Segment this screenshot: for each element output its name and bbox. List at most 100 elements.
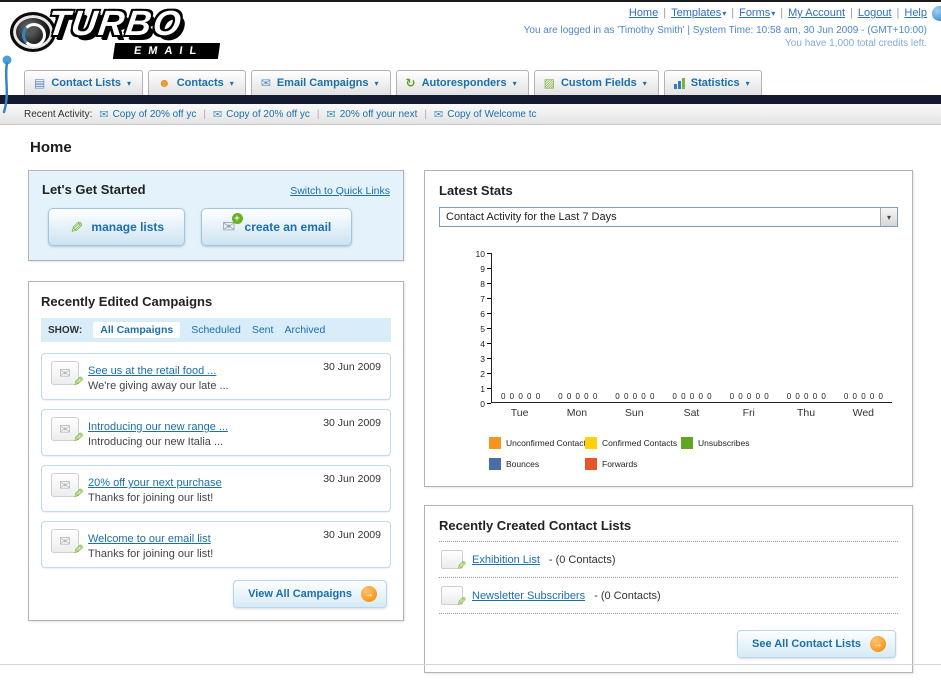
tab-label: Autoresponders [421, 77, 507, 89]
credits-text: You have 1,000 total credits left. [785, 38, 927, 49]
nav-link-templates[interactable]: Templates [671, 7, 721, 19]
campaign-link[interactable]: See us at the retail food ... [88, 365, 216, 377]
y-tick-label: 8 [480, 279, 491, 289]
custom-fields-icon: ▨ [543, 76, 555, 90]
legend-label: Bounces [506, 459, 540, 469]
list-pencil-icon: ✎ [441, 550, 468, 570]
separator [726, 7, 739, 19]
chart-value-labels: 0 0 0 0 0 [786, 392, 826, 401]
campaign-row: ✉ ✎ 20% off your next purchase Thanks for… [41, 465, 391, 512]
recently-created-contact-lists-panel: Recently Created Contact Lists ✎ Exhibit… [424, 505, 913, 673]
chart-plot-area: 0 0 0 0 0 0 0 0 0 0 0 0 0 0 0 0 0 0 0 0 0 0 … [491, 253, 892, 403]
switch-to-quick-links[interactable]: Switch to Quick Links [290, 185, 390, 197]
legend-item: Bounces [489, 458, 585, 470]
campaign-date: 30 Jun 2009 [323, 529, 381, 541]
tab-contact-lists[interactable]: ▤ Contact Lists ▾ [24, 70, 144, 95]
see-all-contact-lists-label: See All Contact Lists [751, 638, 861, 650]
pencil-icon: ✎ [70, 543, 86, 555]
tab-contacts[interactable]: ☻ Contacts ▾ [148, 70, 246, 95]
main-content: Home Let's Get Started Switch to Quick L… [0, 125, 941, 673]
legend-swatch [585, 458, 597, 470]
y-tick-label: 1 [480, 384, 491, 394]
filter-archived[interactable]: Archived [284, 324, 325, 336]
chart-value-labels: 0 0 0 0 0 [729, 392, 769, 401]
show-label: SHOW: [48, 324, 83, 336]
tab-label: Custom Fields [560, 77, 637, 89]
statistics-icon [673, 77, 685, 89]
legend-item: Unconfirmed Contacts [489, 437, 590, 449]
header: TURBO EMAIL Home Templates ▾ Forms ▾ My Accou… [0, 2, 941, 114]
filter-scheduled[interactable]: Scheduled [191, 324, 241, 336]
campaign-row: ✉ ✎ Welcome to our email list Thanks for … [41, 521, 391, 568]
pencil-icon: ✎ [70, 431, 86, 443]
recent-activity-item[interactable]: ✉ Copy of Welcome tc [434, 108, 537, 121]
logo-text-primary: TURBO [45, 4, 186, 43]
chevron-down-icon: ▾ [880, 208, 897, 226]
contact-list-link[interactable]: Newsletter Subscribers [472, 590, 585, 602]
chart-value-labels: 0 0 0 0 0 [615, 392, 655, 401]
separator [892, 7, 905, 19]
nav-link-forms[interactable]: Forms [739, 7, 770, 19]
campaign-date: 30 Jun 2009 [323, 417, 381, 429]
y-tick-label: 0 [480, 399, 491, 409]
campaign-link[interactable]: Welcome to our email list [88, 533, 211, 545]
blue-dot-decoration [932, 6, 941, 21]
tab-label: Contacts [176, 77, 224, 89]
create-email-button[interactable]: ✉ + create an email [201, 208, 353, 246]
nav-link-help[interactable]: Help [904, 7, 927, 19]
page-title: Home [30, 139, 72, 156]
nav-divider-bar [0, 95, 941, 104]
tab-email-campaigns[interactable]: ✉ Email Campaigns ▾ [250, 70, 391, 95]
legend-swatch [489, 458, 501, 470]
tab-label: Contact Lists [51, 77, 122, 89]
filter-sent[interactable]: Sent [252, 324, 274, 336]
view-all-campaigns-button[interactable]: View All Campaigns → [233, 580, 387, 608]
activity-item-label: Copy of 20% off yc [226, 108, 310, 120]
campaign-subtitle: We're giving away our late ... [88, 380, 229, 392]
chart-value-labels: 0 0 0 0 0 [501, 392, 541, 401]
stats-period-select[interactable]: Contact Activity for the Last 7 Days ▾ [439, 207, 898, 227]
recent-activity-item[interactable]: ✉ 20% off your next [327, 108, 418, 121]
nav-link-my-account[interactable]: My Account [788, 7, 845, 19]
campaigns-filter-bar: SHOW: All Campaigns Scheduled Sent Archi… [41, 318, 391, 342]
see-all-contact-lists-button[interactable]: See All Contact Lists → [736, 630, 896, 658]
contact-list-link[interactable]: Exhibition List [472, 554, 540, 566]
get-started-panel: Let's Get Started Switch to Quick Links … [28, 170, 404, 261]
chart-value-labels: 0 0 0 0 0 [672, 392, 712, 401]
separator [658, 7, 671, 19]
y-tick-label: 10 [476, 249, 491, 259]
contact-list-detail: - (0 Contacts) [548, 553, 616, 566]
stats-panel-title: Latest Stats [439, 183, 513, 198]
create-email-label: create an email [244, 220, 332, 234]
footer-divider [0, 664, 941, 665]
separator [317, 109, 320, 120]
view-all-campaigns-label: View All Campaigns [248, 588, 352, 600]
contact-list-row: ✎ Exhibition List - (0 Contacts) [439, 542, 898, 578]
logo-text-secondary: EMAIL [112, 43, 221, 59]
tab-statistics[interactable]: Statistics ▾ [663, 70, 762, 95]
campaign-subtitle: Thanks for joining our list! [88, 548, 214, 560]
campaign-link[interactable]: 20% off your next purchase [88, 477, 222, 489]
y-tick-label: 5 [480, 324, 491, 334]
nav-link-logout[interactable]: Logout [858, 7, 892, 19]
recent-activity-item[interactable]: ✉ Copy of 20% off yc [213, 108, 310, 121]
activity-item-label: Copy of Welcome tc [447, 108, 537, 120]
activity-item-label: 20% off your next [339, 108, 418, 120]
recently-edited-campaigns-panel: Recently Edited Campaigns SHOW: All Camp… [28, 281, 404, 621]
contact-lists-panel-title: Recently Created Contact Lists [439, 518, 898, 542]
campaign-date: 30 Jun 2009 [323, 473, 381, 485]
x-tick-label: Fri [742, 407, 755, 419]
nav-link-home[interactable]: Home [629, 7, 658, 19]
main-navigation: ▤ Contact Lists ▾ ☻ Contacts ▾ ✉ Email C… [0, 64, 941, 95]
campaign-link[interactable]: Introducing our new range ... [88, 421, 228, 433]
campaign-list: ✉ ✎ See us at the retail food ... We're g… [41, 353, 391, 568]
filter-all-campaigns[interactable]: All Campaigns [93, 322, 181, 338]
tab-autoresponders[interactable]: ↻ Autoresponders ▾ [395, 70, 529, 95]
separator [203, 109, 206, 120]
manage-lists-button[interactable]: ✎ manage lists [48, 208, 186, 246]
legend-swatch [585, 437, 597, 449]
tab-custom-fields[interactable]: ▨ Custom Fields ▾ [533, 70, 659, 95]
campaign-row: ✉ ✎ Introducing our new range ... Introdu… [41, 409, 391, 456]
recent-activity-label: Recent Activity: [24, 108, 93, 120]
recent-activity-item[interactable]: ✉ Copy of 20% off yc [99, 108, 196, 121]
